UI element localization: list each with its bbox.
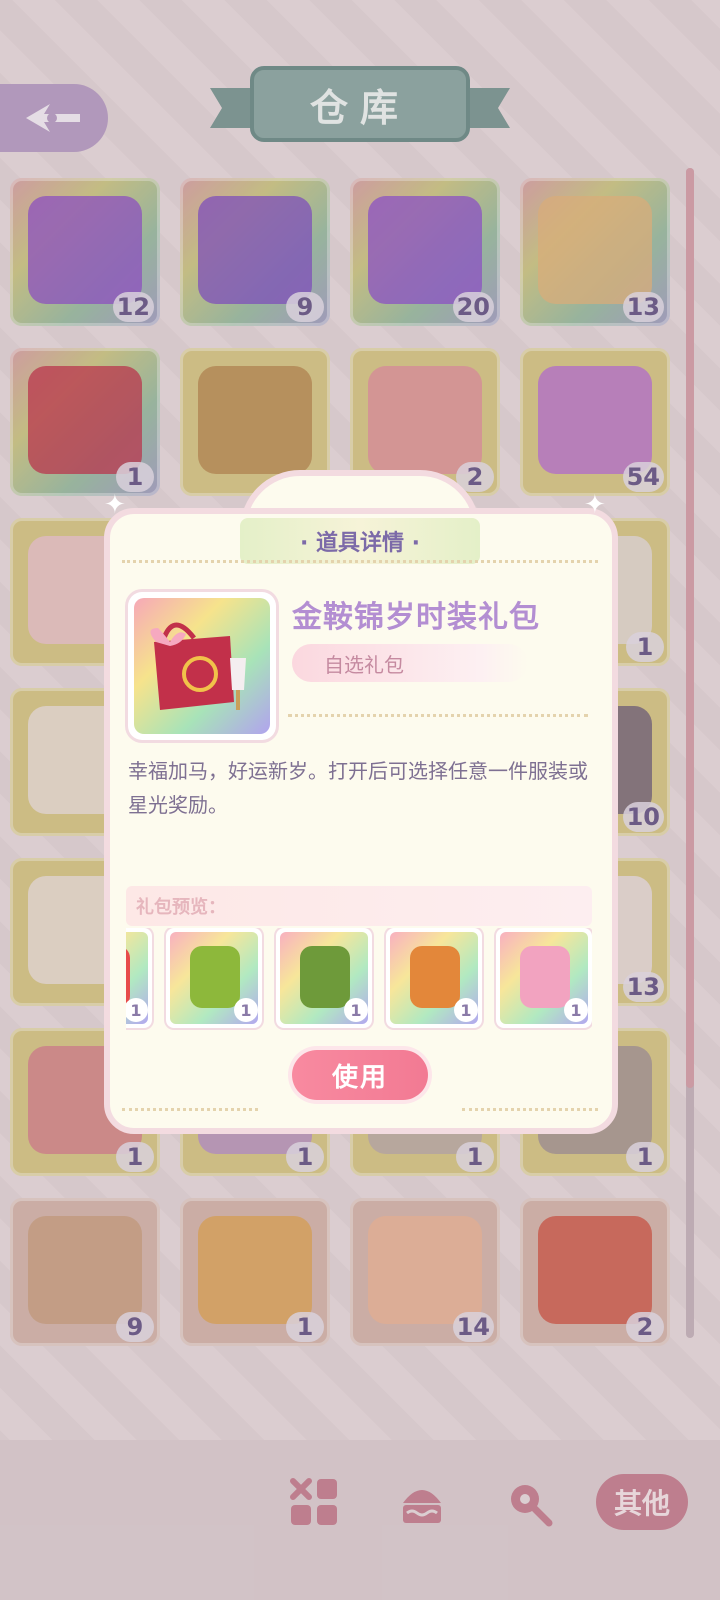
green-overalls-icon [300, 946, 350, 1008]
fox-costume-icon [410, 946, 460, 1008]
preview-label: 礼包预览： [126, 886, 592, 926]
divider [288, 714, 588, 717]
item-name: 金鞍锦岁时装礼包 [292, 600, 540, 635]
sparkle-icon: ✦ [584, 490, 606, 520]
item-type-tag: 自选礼包 [292, 644, 528, 682]
preview-count: 1 [234, 998, 258, 1022]
green-dress-icon [190, 946, 240, 1008]
preview-item-pink-dress[interactable]: 1 [496, 928, 592, 1028]
popup-title: · 道具详情 · [240, 518, 480, 564]
preview-item-green-dress[interactable]: 1 [166, 928, 262, 1028]
preview-item-fox-costume[interactable]: 1 [386, 928, 482, 1028]
item-thumbnail [128, 592, 276, 740]
divider [122, 1108, 258, 1111]
preview-item-red-outfit[interactable]: 1 [126, 928, 152, 1028]
pink-dress-icon [520, 946, 570, 1008]
divider [122, 560, 598, 563]
red-gift-bag-icon [150, 622, 246, 710]
preview-count: 1 [344, 998, 368, 1022]
preview-strip[interactable]: 1 1 1 1 1 [126, 928, 592, 1032]
divider [462, 1108, 598, 1111]
sparkle-icon: ✦ [104, 490, 126, 520]
use-button[interactable]: 使用 [292, 1050, 428, 1100]
item-description: 幸福加马，好运新岁。打开后可选择任意一件服装或星光奖励。 [128, 759, 588, 817]
preview-item-green-overalls[interactable]: 1 [276, 928, 372, 1028]
preview-count: 1 [564, 998, 588, 1022]
preview-count: 1 [454, 998, 478, 1022]
